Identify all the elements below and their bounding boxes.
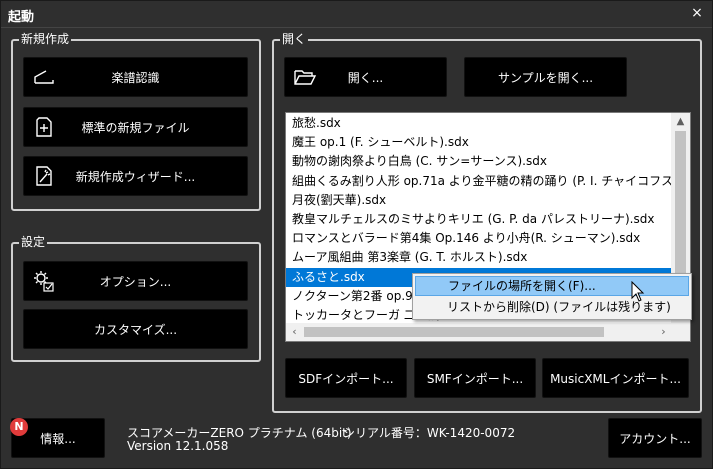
new-badge: N: [10, 418, 28, 436]
open-group-label: 開く: [280, 32, 309, 46]
scan-button[interactable]: 楽譜認識: [23, 57, 248, 97]
customize-label: カスタマイズ...: [93, 322, 178, 337]
version-text: Version 12.1.058: [127, 439, 229, 453]
new-group-label: 新規作成: [19, 32, 72, 46]
list-item[interactable]: 動物の謝肉祭より白鳥 (C. サン=サーンス).sdx: [286, 152, 672, 171]
vertical-scroll-thumb[interactable]: [675, 131, 686, 281]
list-item[interactable]: 月夜(劉天華).sdx: [286, 191, 672, 210]
list-item[interactable]: 教皇マルチェルスのミサよりキリエ (G. P. da パレストリーナ).sdx: [286, 210, 672, 229]
scan-label: 楽譜認識: [111, 70, 160, 85]
account-label: アカウント...: [619, 431, 691, 446]
context-menu: ファイルの場所を開く(F)... リストから削除(D) (ファイルは残ります): [412, 273, 692, 320]
standard-new-file-label: 標準の新規ファイル: [81, 120, 190, 135]
new-file-icon: [36, 117, 52, 137]
standard-new-file-button[interactable]: 標準の新規ファイル: [23, 107, 248, 147]
settings-group-label: 設定: [19, 235, 48, 249]
scan-icon: [34, 70, 54, 84]
account-button[interactable]: アカウント...: [608, 418, 702, 458]
open-label: 開く...: [347, 70, 384, 85]
wizard-icon: [36, 166, 52, 186]
open-sample-label: サンプルを開く...: [497, 70, 594, 85]
folder-open-icon: [294, 70, 317, 85]
list-item[interactable]: 組曲くるみ割り人形 op.71a より金平糖の精の踊り (P. I. チャイコフ…: [286, 172, 672, 191]
info-label: 情報...: [40, 431, 76, 446]
smf-import-label: SMFインポート...: [426, 371, 524, 386]
sdf-import-button[interactable]: SDFインポート...: [285, 358, 407, 398]
list-item[interactable]: 旅愁.sdx: [286, 114, 672, 133]
new-wizard-label: 新規作成ウィザード...: [75, 169, 196, 184]
sdf-import-label: SDFインポート...: [298, 371, 394, 386]
gear-icon: [34, 271, 54, 292]
menu-item-open-file-location[interactable]: ファイルの場所を開く(F)...: [415, 276, 689, 296]
window-title: 起動: [8, 10, 35, 25]
new-wizard-button[interactable]: 新規作成ウィザード...: [23, 156, 248, 196]
list-item[interactable]: 魔王 op.1 (F. シューベルト).sdx: [286, 133, 672, 152]
customize-button[interactable]: カスタマイズ...: [23, 309, 248, 349]
startup-window: 起動 × 新規作成 楽譜認識 標準の新規ファイル 新規作成ウィザード... 設定: [0, 0, 713, 469]
mouse-cursor-icon: [631, 281, 645, 302]
options-button[interactable]: オプション...: [23, 261, 248, 301]
smf-import-button[interactable]: SMFインポート...: [414, 358, 536, 398]
scroll-left-icon[interactable]: ‹: [286, 323, 303, 341]
serial-number: シリアル番号：WK-1420-0072: [343, 426, 516, 440]
horizontal-scrollbar[interactable]: ‹ ›: [286, 323, 690, 341]
list-item[interactable]: ムーア風組曲 第3楽章 (G. T. ホルスト).sdx: [286, 248, 672, 267]
open-button[interactable]: 開く...: [284, 57, 447, 97]
musicxml-import-label: MusicXMLインポート...: [550, 371, 681, 386]
menu-item-remove-from-list[interactable]: リストから削除(D) (ファイルは残ります): [415, 297, 689, 317]
title-bar: 起動 ×: [1, 1, 712, 28]
scroll-up-icon[interactable]: ▲: [671, 113, 690, 130]
scroll-right-icon[interactable]: ›: [655, 323, 672, 341]
list-item[interactable]: ロマンスとバラード第4集 Op.146 より小舟(R. シューマン).sdx: [286, 229, 672, 248]
open-sample-button[interactable]: サンプルを開く...: [464, 57, 627, 97]
musicxml-import-button[interactable]: MusicXMLインポート...: [542, 358, 689, 398]
options-label: オプション...: [99, 274, 172, 289]
horizontal-scroll-thumb[interactable]: [304, 327, 604, 337]
close-icon[interactable]: ×: [689, 5, 705, 21]
